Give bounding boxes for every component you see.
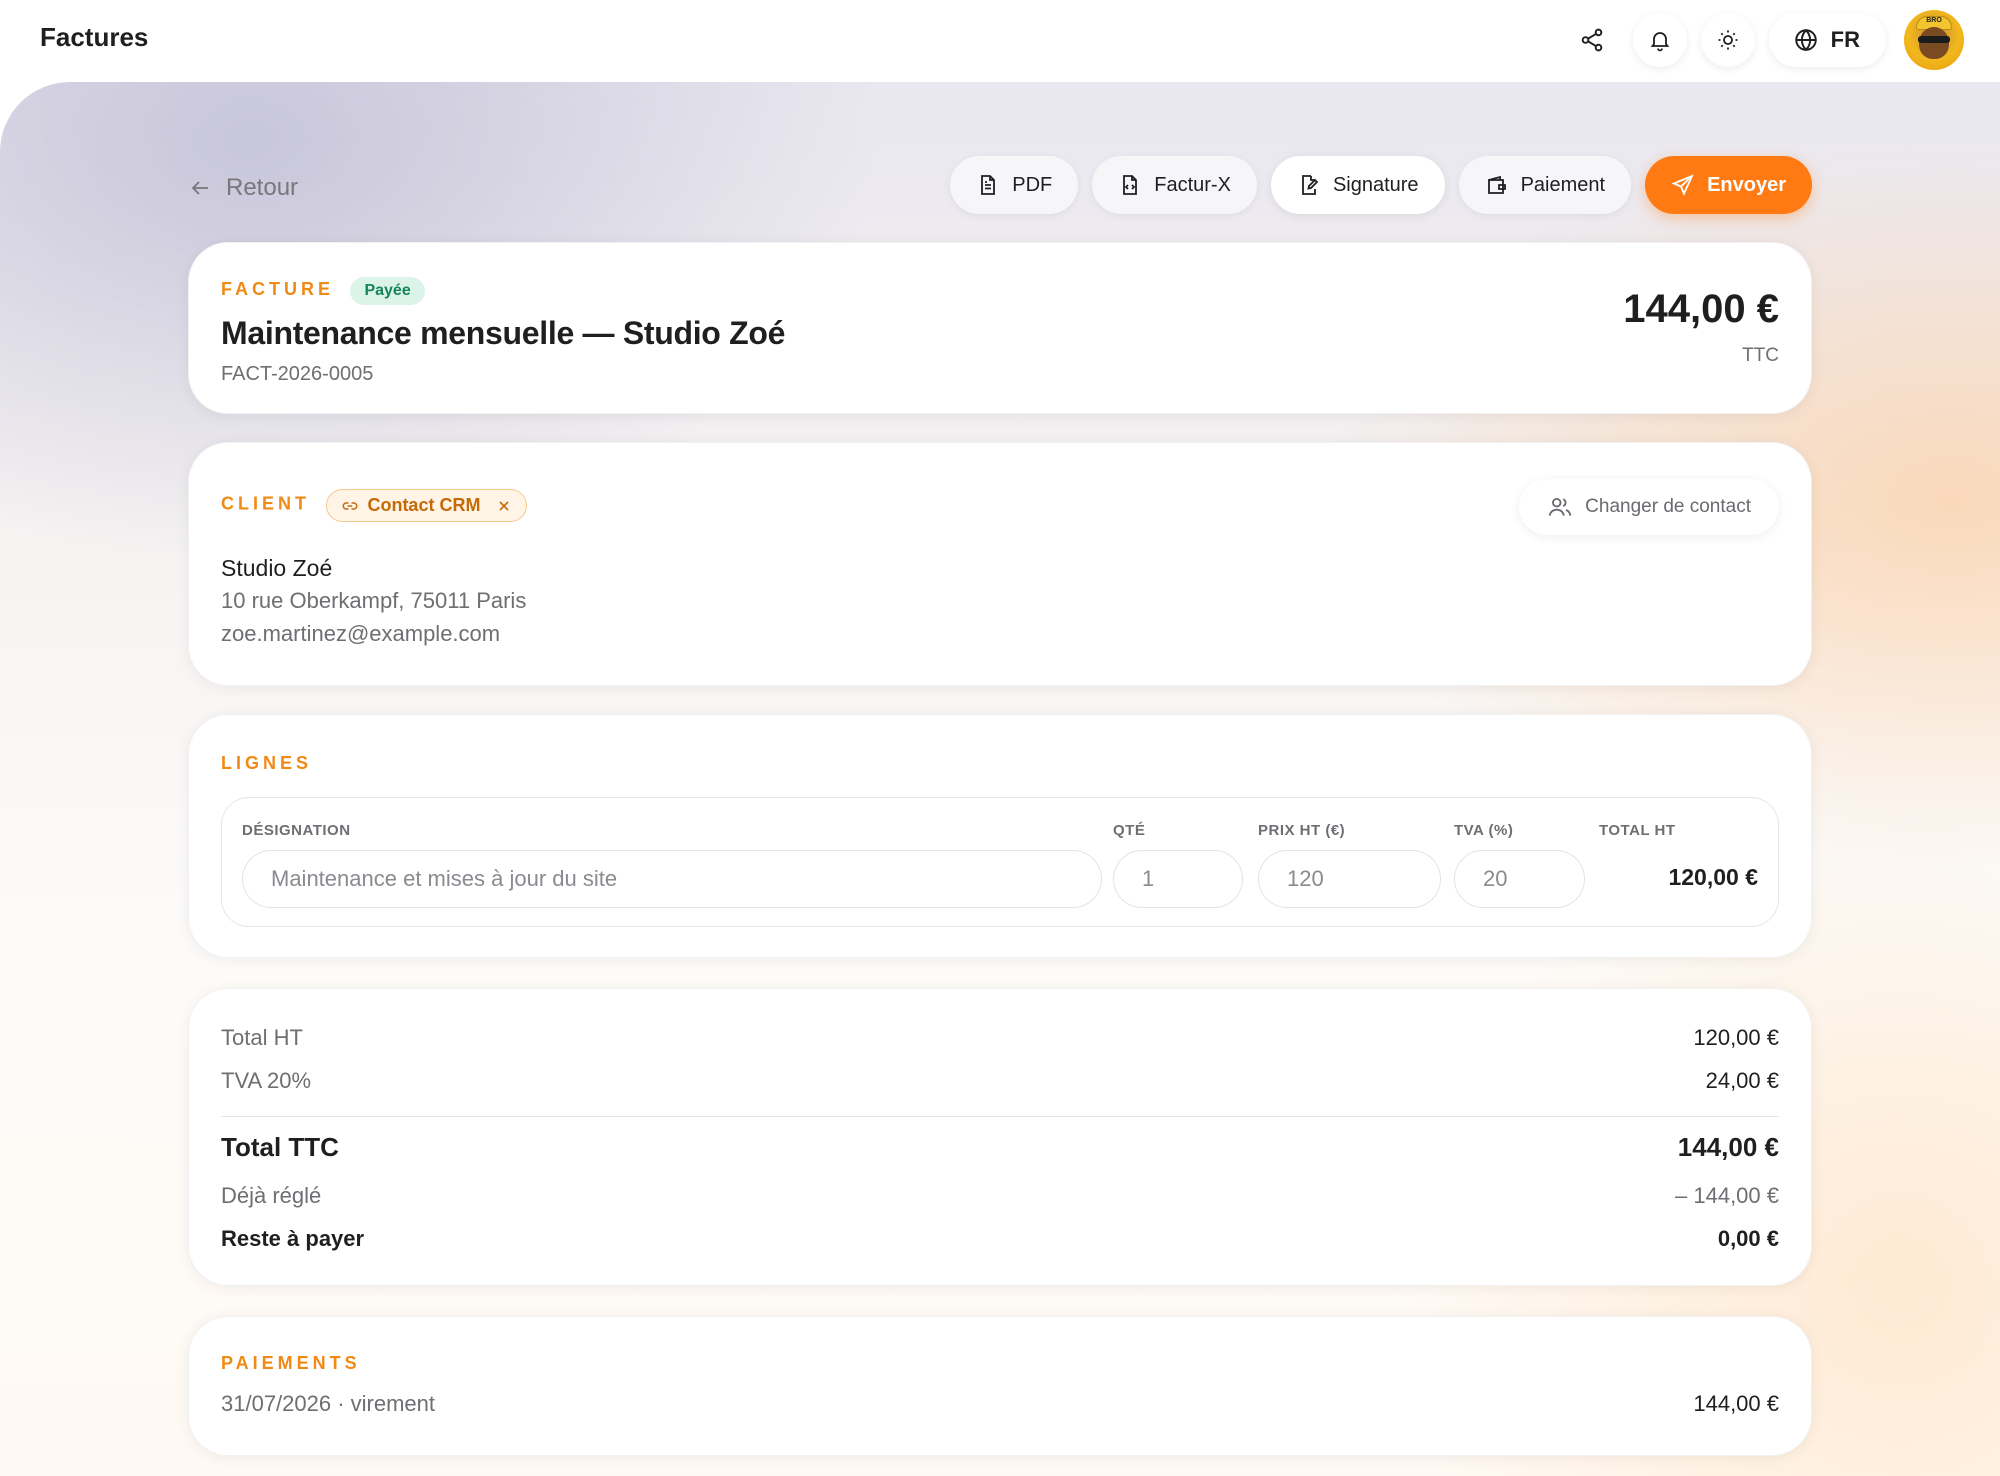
avatar-cap-text: BRO [1926,17,1942,24]
client-card: CLIENT Contact CRM Changer de contact St… [188,442,1812,686]
line-designation-input[interactable]: Maintenance et mises à jour du site [242,850,1102,908]
pdf-label: PDF [1012,173,1053,196]
close-icon [499,500,510,511]
total-ttc-label: Total TTC [221,1132,339,1162]
vat-row: TVA 20% 24,00 € [221,1068,1779,1094]
file-signature-icon [1302,175,1319,195]
facturx-button[interactable]: Factur-X [1092,156,1257,214]
facturx-label: Factur-X [1154,173,1231,196]
theme-toggle-button[interactable] [1700,13,1755,67]
signature-label: Signature [1332,173,1419,196]
file-code-icon [1123,175,1138,195]
remaining-label: Reste à payer [221,1226,365,1251]
change-contact-button[interactable]: Changer de contact [1519,479,1779,535]
crm-contact-chip: Contact CRM [326,489,528,522]
payments-eyebrow: PAIEMENTS [221,1353,361,1373]
line-qty-input[interactable]: 1 [1113,850,1243,908]
main-stage: Retour PDF Factur-X Signature Paiement E… [0,82,2000,1476]
signature-button[interactable]: Signature [1270,156,1445,214]
user-avatar[interactable]: BRO [1904,10,1964,70]
language-selector[interactable]: FR [1768,13,1886,67]
client-eyebrow: CLIENT [221,493,310,514]
wallet-icon [1487,175,1506,194]
header-total: TOTAL HT [1599,822,1676,839]
already-paid-value: – 144,00 € [1675,1183,1779,1208]
line-price-input[interactable]: 120 [1258,850,1441,908]
send-label: Envoyer [1707,173,1786,196]
action-toolbar: PDF Factur-X Signature Paiement Envoyer [950,156,1812,214]
total-ht-label: Total HT [221,1025,303,1050]
pdf-button[interactable]: PDF [950,156,1079,214]
app-title: Factures [40,22,149,52]
link-icon [343,501,358,510]
remaining-row: Reste à payer 0,00 € [221,1226,1779,1252]
client-name: Studio Zoé [221,555,333,581]
payment-label: 31/07/2026 · virement [221,1391,436,1416]
client-email: zoe.martinez@example.com [221,621,501,646]
send-button[interactable]: Envoyer [1645,156,1812,214]
totals-divider [221,1116,1779,1117]
file-text-icon [981,175,996,195]
back-link[interactable]: Retour [188,174,298,202]
share-button[interactable] [1564,13,1619,67]
change-contact-label: Changer de contact [1585,496,1751,517]
total-ttc-value: 144,00 € [1677,1132,1779,1162]
avatar-glasses [1918,36,1950,43]
crm-chip-label: Contact CRM [367,495,481,515]
lines-table: DÉSIGNATION QTÉ PRIX HT (€) TVA (%) TOTA… [221,797,1779,927]
top-actions: FR BRO [1564,10,1964,70]
payment-label: Paiement [1520,173,1606,196]
remaining-value: 0,00 € [1717,1226,1779,1251]
total-ttc-row: Total TTC 144,00 € [221,1132,1779,1163]
avatar-face [1919,27,1949,59]
already-paid-label: Déjà réglé [221,1183,322,1208]
invoice-amount-suffix: TTC [1742,345,1779,366]
client-address: 10 rue Oberkampf, 75011 Paris [221,588,527,613]
already-paid-row: Déjà réglé – 144,00 € [221,1183,1779,1209]
arrow-left-icon [191,181,208,195]
invoice-eyebrow: FACTURE [221,279,334,300]
total-ht-row: Total HT 120,00 € [221,1025,1779,1051]
payment-button[interactable]: Paiement [1458,156,1632,214]
header-price: PRIX HT (€) [1258,822,1346,839]
send-icon [1671,174,1694,196]
totals-card: Total HT 120,00 € TVA 20% 24,00 € Total … [188,988,1812,1286]
top-bar: Factures FR BRO [0,0,2000,82]
vat-value: 24,00 € [1705,1068,1779,1093]
status-badge: Payée [350,277,425,305]
lines-card: LIGNES DÉSIGNATION QTÉ PRIX HT (€) TVA (… [188,714,1812,958]
invoice-amount: 144,00 € [1623,287,1779,331]
total-ht-value: 120,00 € [1693,1025,1779,1050]
line-vat-input[interactable]: 20 [1454,850,1585,908]
share-icon [1581,28,1602,52]
payments-card: PAIEMENTS 31/07/2026 · virement 144,00 € [188,1316,1812,1456]
globe-icon [1794,28,1817,52]
invoice-number: FACT-2026-0005 [221,363,374,385]
vat-label: TVA 20% [221,1068,312,1093]
notifications-button[interactable] [1632,13,1687,67]
lines-eyebrow: LIGNES [221,753,313,773]
line-total: 120,00 € [1668,864,1758,890]
payment-amount: 144,00 € [1693,1391,1779,1416]
back-label: Retour [226,174,299,201]
header-designation: DÉSIGNATION [242,822,351,839]
sun-icon [1718,30,1738,50]
users-icon [1548,497,1572,516]
bell-icon [1650,32,1669,52]
payment-row: 31/07/2026 · virement 144,00 € [221,1391,1779,1417]
invoice-title: Maintenance mensuelle — Studio Zoé [221,315,786,351]
remove-crm-link-button[interactable] [496,498,512,514]
language-label: FR [1830,27,1860,52]
header-vat: TVA (%) [1454,822,1514,839]
invoice-header-card: FACTURE Payée Maintenance mensuelle — St… [188,242,1812,414]
header-qty: QTÉ [1113,822,1146,839]
